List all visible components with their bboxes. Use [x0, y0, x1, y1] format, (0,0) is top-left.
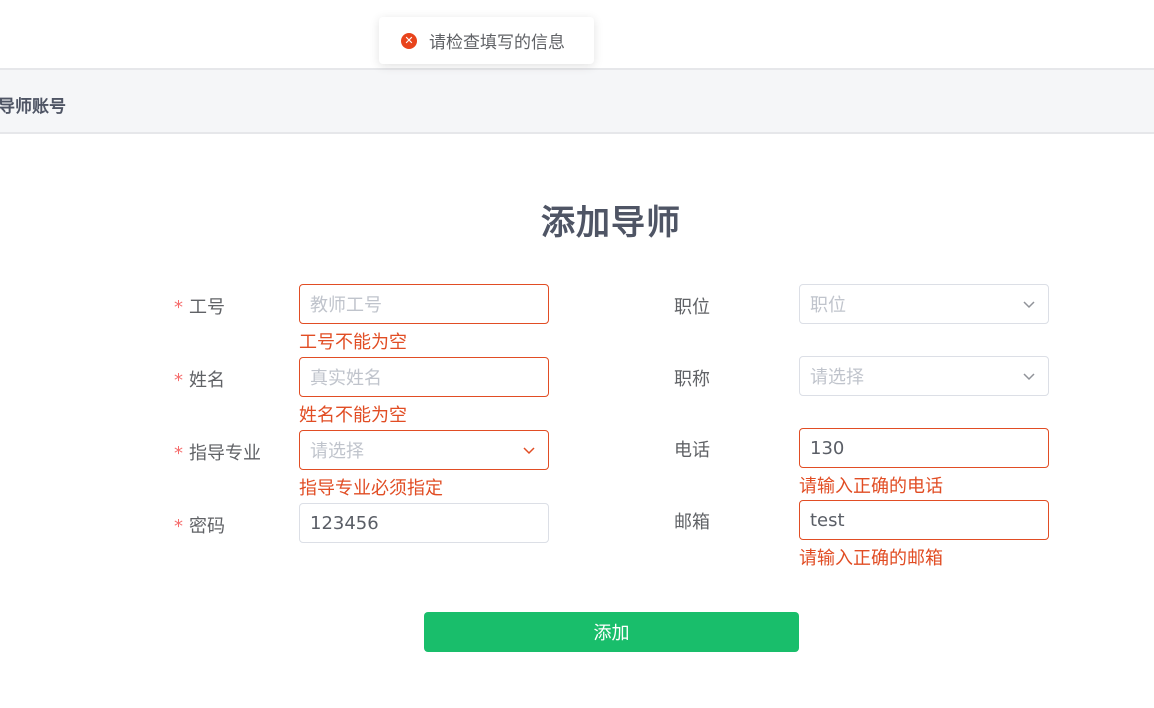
page-header-title: 导师账号	[0, 97, 66, 117]
title-rank-select[interactable]: 请选择	[799, 356, 1049, 396]
label-major: * 指导专业	[174, 443, 261, 464]
required-mark: *	[174, 297, 183, 318]
position-select[interactable]: 职位	[799, 284, 1049, 324]
employee-id-input[interactable]: 教师工号	[299, 284, 549, 324]
chevron-down-icon	[1023, 373, 1035, 381]
label-title-rank: 职称	[674, 369, 710, 390]
employee-id-error: 工号不能为空	[299, 332, 407, 353]
major-error: 指导专业必须指定	[299, 478, 443, 499]
email-input[interactable]: test	[799, 500, 1049, 540]
required-mark: *	[174, 370, 183, 391]
label-position: 职位	[674, 297, 710, 318]
name-error: 姓名不能为空	[299, 405, 407, 426]
email-error: 请输入正确的邮箱	[799, 548, 943, 569]
label-employee-id: * 工号	[174, 297, 225, 318]
error-circle-icon: ✕	[401, 32, 417, 49]
form-title: 添加导师	[541, 203, 681, 243]
major-select[interactable]: 请选择	[299, 430, 549, 470]
name-input[interactable]: 真实姓名	[299, 357, 549, 397]
phone-error: 请输入正确的电话	[799, 476, 943, 497]
required-mark: *	[174, 443, 183, 464]
page-header-bar: 导师账号	[0, 68, 1154, 134]
error-toast: ✕ 请检查填写的信息	[379, 17, 594, 64]
chevron-down-icon	[523, 447, 535, 455]
page: ✕ 请检查填写的信息 导师账号 添加导师 * 工号 教师工号 工号不能为空 * 姓名…	[0, 0, 1154, 708]
label-phone: 电话	[674, 440, 710, 461]
phone-input[interactable]: 130	[799, 428, 1049, 468]
toast-message: 请检查填写的信息	[429, 33, 565, 53]
label-email: 邮箱	[674, 512, 710, 533]
label-password: * 密码	[174, 516, 225, 537]
required-mark: *	[174, 516, 183, 537]
chevron-down-icon	[1023, 301, 1035, 309]
password-input[interactable]: 123456	[299, 503, 549, 543]
add-button[interactable]: 添加	[424, 612, 799, 652]
label-name: * 姓名	[174, 370, 225, 391]
